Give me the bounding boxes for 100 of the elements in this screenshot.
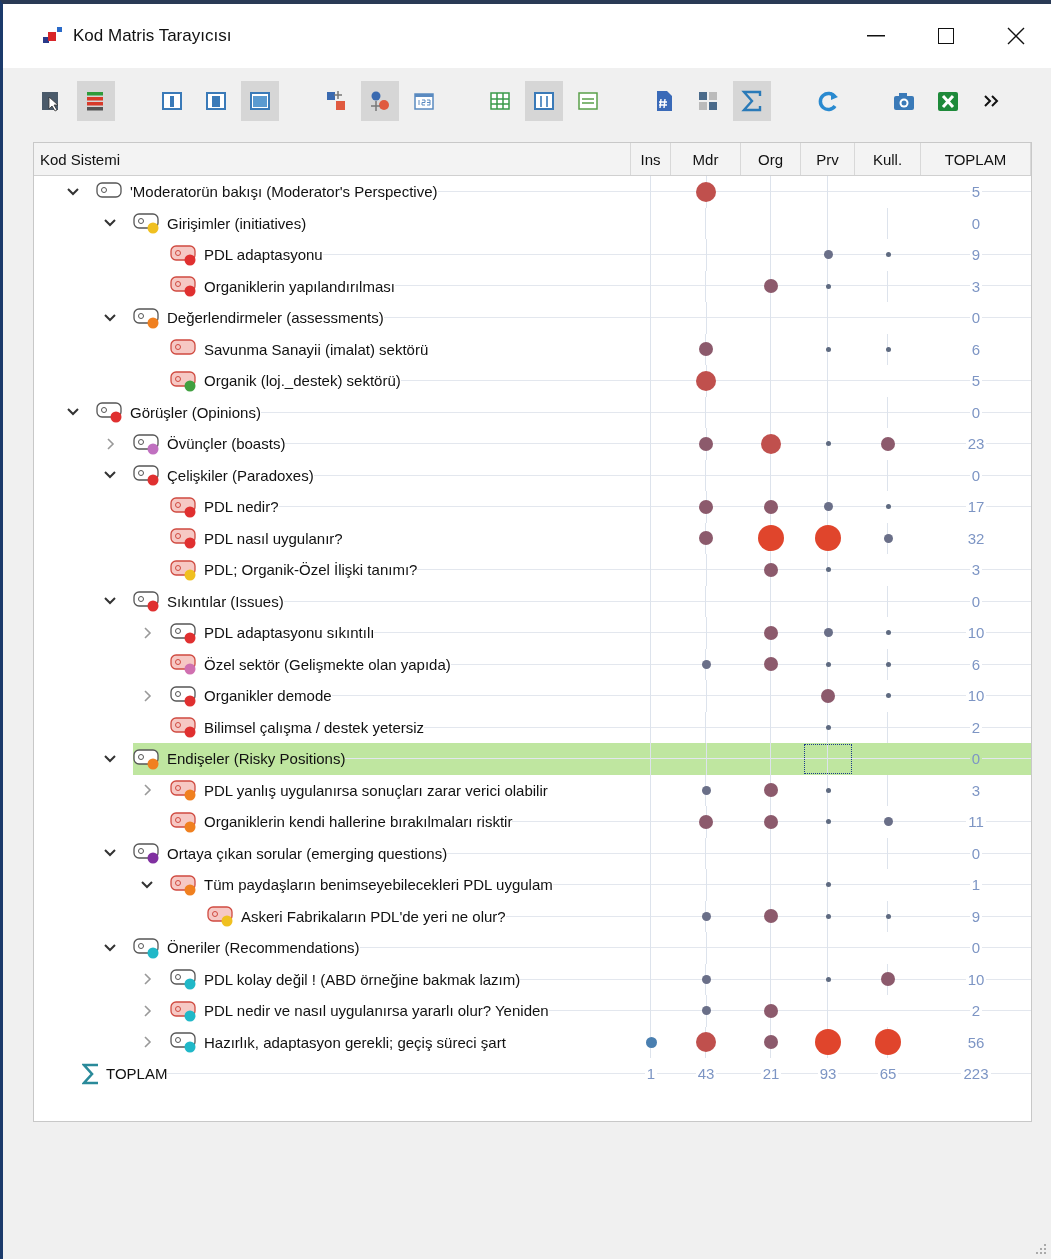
frequency-dot	[885, 913, 891, 919]
frequency-dot	[699, 342, 713, 357]
frequency-dot	[699, 499, 713, 514]
frequency-dot	[823, 628, 833, 638]
tree-row[interactable]: Organiklerin yapılandırılması 3	[34, 270, 1031, 302]
tree-row[interactable]: PDL nedir ve nasıl uygulanırsa yararlı olur? Yeniden 2	[34, 995, 1031, 1027]
column-header[interactable]: Ins	[631, 143, 671, 175]
code-label: PDL nasıl uygulanır?	[204, 529, 343, 547]
maximize-icon	[938, 28, 954, 44]
tree-row[interactable]: Görüşler (Opinions) 0	[34, 396, 1031, 428]
tree-row[interactable]: PDL nasıl uygulanır? 32	[34, 522, 1031, 554]
frequency-dot	[699, 436, 713, 451]
column-header[interactable]: Kull.	[855, 143, 921, 175]
code-label: Organiklerin yapılandırılması	[204, 277, 395, 295]
dots-icon	[368, 89, 392, 113]
tree-row[interactable]: Özel sektör (Gelişmekte olan yapıda) 6	[34, 648, 1031, 680]
code-label: Öneriler (Recommendations)	[167, 939, 360, 957]
frequency-dot	[885, 661, 891, 667]
frequency-dot	[821, 688, 835, 703]
window-title: Kod Matris Tarayıcısı	[73, 26, 233, 46]
frequency-dot	[825, 724, 831, 730]
code-label: Görüşler (Opinions)	[130, 403, 261, 421]
tree-row[interactable]: Organikler demode 10	[34, 680, 1031, 712]
frequency-dot	[701, 911, 711, 921]
frequency-dot	[758, 525, 784, 552]
rows-icon	[576, 89, 600, 113]
frequency-dot	[825, 283, 831, 289]
grid-icon	[488, 89, 512, 113]
frequency-dot	[764, 625, 778, 640]
frequency-dot	[696, 181, 716, 202]
panel-left-icon	[160, 89, 184, 113]
tree-row[interactable]: 'Moderatorün bakışı (Moderator's Perspective) 5	[34, 176, 1031, 208]
frequency-dot	[825, 913, 831, 919]
frequency-dot	[881, 972, 895, 987]
frequency-dot	[823, 502, 833, 512]
refresh-icon	[816, 89, 840, 113]
frequency-dot	[883, 533, 893, 543]
frequency-dot	[761, 433, 781, 454]
tree-row[interactable]: Organik (loj._destek) sektörü) 5	[34, 365, 1031, 397]
blocks-icon	[696, 89, 720, 113]
frequency-dot	[701, 974, 711, 984]
column-header[interactable]: TOPLAM	[921, 143, 1031, 175]
frequency-dot	[885, 252, 891, 258]
frequency-dot	[881, 436, 895, 451]
frequency-dot	[815, 525, 841, 552]
frequency-dot	[825, 661, 831, 667]
code-label: Hazırlık, adaptasyon gerekli; geçiş süreci şart	[204, 1033, 506, 1051]
tree-row[interactable]: PDL nedir? 17	[34, 491, 1031, 523]
toolbar-button[interactable]	[77, 81, 115, 121]
frequency-dot	[825, 346, 831, 352]
resize-grip-icon[interactable]	[1035, 1243, 1047, 1255]
frequency-dot	[764, 1035, 778, 1050]
column-header[interactable]: Org	[741, 143, 801, 175]
minimize-icon	[867, 35, 885, 37]
tree-row[interactable]: Bilimsel çalışma / destek yetersiz 2	[34, 711, 1031, 743]
frequency-dot	[764, 814, 778, 829]
frequency-dot	[885, 693, 891, 699]
tree-row[interactable]: PDL; Organik-Özel İlişki tanımı? 3	[34, 554, 1031, 586]
tree-row[interactable]: Savunma Sanayii (imalat) sektörü 6	[34, 333, 1031, 365]
tree-row[interactable]: Girişimler (initiatives) 0	[34, 207, 1031, 239]
frequency-dot	[701, 1006, 711, 1016]
tree-row[interactable]: PDL adaptasyonu sıkıntılı 10	[34, 617, 1031, 649]
tree-row[interactable]: PDL kolay değil ! (ABD örneğine bakmak lazım) 10	[34, 963, 1031, 995]
frequency-dot	[885, 504, 891, 510]
column-header[interactable]: Kod Sistemi	[34, 143, 631, 175]
frequency-dot	[699, 814, 713, 829]
frequency-dot	[764, 1003, 778, 1018]
column-header[interactable]: Mdr	[671, 143, 741, 175]
matrix-cell[interactable]	[741, 743, 801, 775]
tree-row[interactable]: Askeri Fabrikaların PDL'de yeri ne olur? 9	[34, 900, 1031, 932]
tree-row[interactable]: Organiklerin kendi hallerine bırakılmaları risktir 11	[34, 806, 1031, 838]
code-label: Övünçler (boasts)	[167, 435, 286, 453]
tree-row[interactable]: Hazırlık, adaptasyon gerekli; geçiş süreci şart 56	[34, 1026, 1031, 1058]
panel-mid-icon	[204, 89, 228, 113]
tree-row[interactable]: PDL yanlış uygulanırsa sonuçları zarar verici olabilir 3	[34, 774, 1031, 806]
column-header[interactable]: Prv	[801, 143, 855, 175]
tree-row[interactable]: Övünçler (boasts) 23	[34, 428, 1031, 460]
tree-row[interactable]: PDL adaptasyonu 9	[34, 239, 1031, 271]
code-label: PDL kolay değil ! (ABD örneğine bakmak lazım)	[204, 970, 521, 988]
tree-row[interactable]: Sıkıntılar (Issues) 0	[34, 585, 1031, 617]
tree-row[interactable]: Çelişkiler (Paradoxes) 0	[34, 459, 1031, 491]
code-label: PDL; Organik-Özel İlişki tanımı?	[204, 561, 418, 579]
totals-label: TOPLAM	[106, 1065, 168, 1083]
frequency-dot	[764, 783, 778, 798]
tree-row[interactable]: Tüm paydaşların benimseyebilecekleri PDL uygulam 1	[34, 869, 1031, 901]
panel-full-icon	[248, 89, 272, 113]
tree-row[interactable]: Değerlendirmeler (assessments) 0	[34, 302, 1031, 334]
frequency-dot	[696, 370, 716, 391]
columns-icon	[532, 89, 556, 113]
tree-row[interactable]: Ortaya çıkan sorular (emerging questions) 0	[34, 837, 1031, 869]
frequency-dot	[885, 346, 891, 352]
code-label: Savunma Sanayii (imalat) sektörü	[204, 340, 429, 358]
code-label: Bilimsel çalışma / destek yetersiz	[204, 718, 425, 736]
code-label: Sıkıntılar (Issues)	[167, 592, 284, 610]
code-label: Organikler demode	[204, 687, 332, 705]
code-label: PDL adaptasyonu	[204, 246, 323, 264]
tree-row[interactable]: Öneriler (Recommendations) 0	[34, 932, 1031, 964]
code-label: 'Moderatorün bakışı (Moderator's Perspective)	[130, 183, 438, 201]
frequency-dot	[825, 819, 831, 825]
frequency-dot	[825, 441, 831, 447]
